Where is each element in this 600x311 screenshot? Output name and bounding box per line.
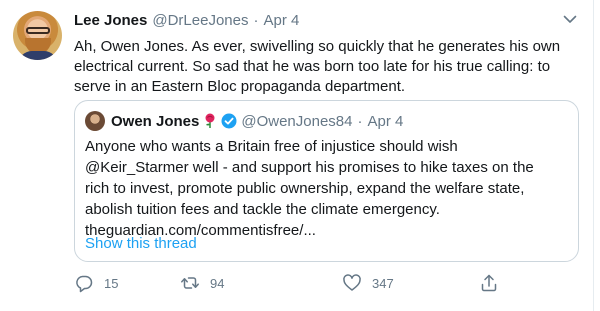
quoted-text-line: @Keir_Starmer well - and support his pro… bbox=[85, 159, 534, 176]
like-button[interactable]: 347 bbox=[342, 270, 394, 296]
retweet-icon bbox=[181, 277, 199, 289]
quoted-text-line: rich to invest, promote public ownership… bbox=[85, 180, 525, 197]
quoted-tweet-text: Anyone who wants a Britain free of injus… bbox=[85, 136, 570, 241]
tweet[interactable]: Lee Jones @DrLeeJones · Apr 4 Ah, Owen J… bbox=[0, 0, 600, 311]
like-count: 347 bbox=[372, 275, 394, 291]
show-thread-link[interactable]: Show this thread bbox=[85, 235, 197, 252]
quoted-separator-dot: · bbox=[357, 112, 363, 130]
separator-dot: · bbox=[253, 12, 259, 29]
share-icon bbox=[481, 274, 497, 292]
quoted-text-line: Anyone who wants a Britain free of injus… bbox=[85, 138, 458, 155]
quoted-text-line: abolish tuition fees and tackle the clim… bbox=[85, 201, 440, 218]
quoted-tweet-header: Owen Jones @OwenJones84 · Apr 4 bbox=[111, 111, 403, 131]
tweet-actions: 15 94 347 bbox=[74, 270, 514, 296]
reply-button[interactable]: 15 bbox=[74, 270, 118, 296]
chevron-down-icon[interactable] bbox=[563, 14, 577, 24]
retweet-button[interactable]: 94 bbox=[180, 270, 224, 296]
author-avatar[interactable] bbox=[13, 11, 62, 60]
heart-icon bbox=[343, 274, 361, 291]
reply-icon bbox=[76, 275, 93, 293]
share-button[interactable] bbox=[479, 270, 499, 296]
verified-badge-icon bbox=[221, 113, 237, 129]
rose-icon bbox=[205, 113, 215, 128]
quoted-author-handle[interactable]: @OwenJones84 bbox=[241, 113, 352, 130]
author-handle[interactable]: @DrLeeJones bbox=[152, 12, 248, 29]
quoted-author-name[interactable]: Owen Jones bbox=[111, 113, 199, 130]
tweet-text: Ah, Owen Jones. As ever, swivelling so q… bbox=[74, 38, 561, 95]
retweet-count: 94 bbox=[210, 275, 225, 291]
tweet-header: Lee Jones @DrLeeJones · Apr 4 bbox=[74, 12, 299, 32]
author-name[interactable]: Lee Jones bbox=[74, 12, 147, 29]
quoted-tweet-date[interactable]: Apr 4 bbox=[367, 113, 403, 130]
column-divider bbox=[593, 0, 594, 311]
tweet-date[interactable]: Apr 4 bbox=[263, 12, 299, 29]
reply-count: 15 bbox=[104, 275, 119, 291]
quoted-tweet[interactable]: Owen Jones @OwenJones84 · Apr 4 Anyone w… bbox=[74, 100, 579, 262]
quoted-author-avatar[interactable] bbox=[85, 111, 105, 131]
